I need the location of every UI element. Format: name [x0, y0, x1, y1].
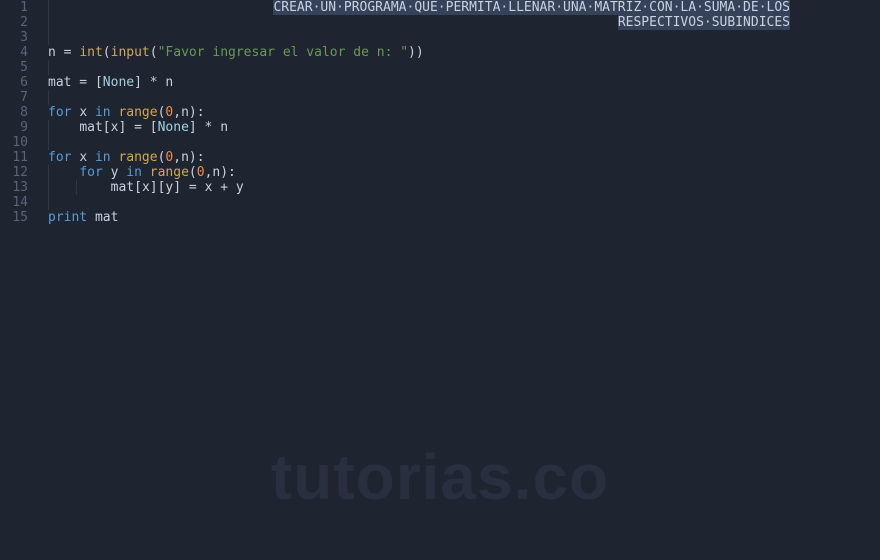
token-builtin: int: [79, 45, 102, 60]
line-number: 14: [0, 195, 34, 210]
token-identifier: mat: [95, 210, 118, 225]
token-identifier: n: [181, 105, 189, 120]
code-line[interactable]: RESPECTIVOS·SUBINDICES: [48, 15, 880, 30]
token-identifier: n: [220, 120, 228, 135]
token-identifier: x: [142, 180, 150, 195]
token-keyword: print: [48, 210, 87, 225]
token-identifier: n: [48, 45, 56, 60]
code-area[interactable]: CREAR·UN·PROGRAMA·QUE·PERMITA·LLENAR·UNA…: [34, 0, 880, 560]
code-line[interactable]: mat[x][y] = x + y: [48, 180, 880, 195]
token-identifier: mat: [79, 120, 102, 135]
token-identifier: mat: [48, 75, 71, 90]
code-line[interactable]: for x in range(0,n):: [48, 150, 880, 165]
token-keyword: for: [79, 165, 102, 180]
line-number: 2: [0, 15, 34, 30]
line-number: 4: [0, 45, 34, 60]
token-builtin: range: [118, 150, 157, 165]
token-identifier: mat: [111, 180, 134, 195]
code-line[interactable]: mat = [None] * n: [48, 75, 880, 90]
token-identifier: n: [181, 150, 189, 165]
line-number: 5: [0, 60, 34, 75]
line-number: 11: [0, 150, 34, 165]
line-number: 13: [0, 180, 34, 195]
line-number: 8: [0, 105, 34, 120]
token-identifier: x: [79, 105, 87, 120]
code-line[interactable]: for x in range(0,n):: [48, 105, 880, 120]
line-number: 3: [0, 30, 34, 45]
code-line[interactable]: n = int(input("Favor ingresar el valor d…: [48, 45, 880, 60]
token-identifier: x: [79, 150, 87, 165]
line-number: 10: [0, 135, 34, 150]
code-line[interactable]: [48, 60, 880, 75]
code-line[interactable]: [48, 195, 880, 210]
line-number-gutter: 1 2 3 4 5 6 7 8 9 10 11 12 13 14 15: [0, 0, 34, 560]
token-keyword: in: [126, 165, 142, 180]
line-number: 9: [0, 120, 34, 135]
token-builtin: input: [111, 45, 150, 60]
code-line[interactable]: mat[x] = [None] * n: [48, 120, 880, 135]
token-string: "Favor ingresar el valor de n: ": [158, 45, 408, 60]
line-number: 6: [0, 75, 34, 90]
token-constant: None: [103, 75, 134, 90]
code-editor[interactable]: 1 2 3 4 5 6 7 8 9 10 11 12 13 14 15 CREA…: [0, 0, 880, 560]
token-number: 0: [197, 165, 205, 180]
selected-comment: RESPECTIVOS·SUBINDICES: [618, 15, 790, 30]
code-line[interactable]: print mat: [48, 210, 880, 225]
selected-comment: CREAR·UN·PROGRAMA·QUE·PERMITA·LLENAR·UNA…: [273, 0, 790, 15]
token-constant: None: [158, 120, 189, 135]
code-line[interactable]: for y in range(0,n):: [48, 165, 880, 180]
code-line[interactable]: [48, 30, 880, 45]
token-keyword: for: [48, 105, 71, 120]
token-builtin: range: [118, 105, 157, 120]
line-number: 7: [0, 90, 34, 105]
token-keyword: in: [95, 105, 111, 120]
token-builtin: range: [150, 165, 189, 180]
token-keyword: in: [95, 150, 111, 165]
token-identifier: n: [165, 75, 173, 90]
token-keyword: for: [48, 150, 71, 165]
line-number: 15: [0, 210, 34, 225]
token-identifier: y: [236, 180, 244, 195]
line-number: 1: [0, 0, 34, 15]
line-number: 12: [0, 165, 34, 180]
code-line[interactable]: CREAR·UN·PROGRAMA·QUE·PERMITA·LLENAR·UNA…: [48, 0, 880, 15]
code-line[interactable]: [48, 90, 880, 105]
code-line[interactable]: [48, 135, 880, 150]
